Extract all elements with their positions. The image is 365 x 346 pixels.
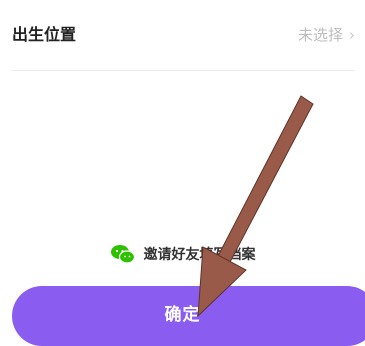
wechat-icon [110, 245, 135, 264]
invite-friend-text: 邀请好友填写档案 [143, 247, 256, 263]
birthplace-value[interactable]: 未选择 › [298, 25, 355, 45]
birthplace-row[interactable]: 出生位置 未选择 › [0, 0, 365, 70]
invite-friend-link[interactable]: 邀请好友填写档案 [0, 242, 365, 266]
confirm-button-label: 确定 [164, 305, 201, 325]
row-divider [12, 70, 355, 71]
birthplace-value-text: 未选择 [297, 26, 343, 44]
birthplace-label: 出生位置 [12, 25, 77, 44]
confirm-button[interactable]: 确定 [12, 286, 365, 346]
chevron-right-icon: › [349, 26, 355, 44]
